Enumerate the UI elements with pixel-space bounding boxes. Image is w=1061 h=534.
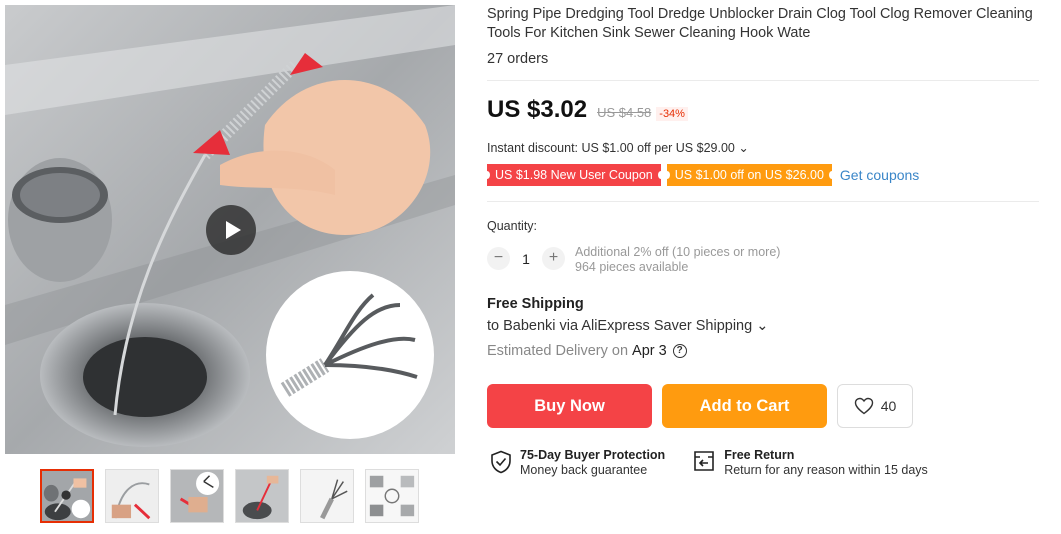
guarantees: 75-Day Buyer Protection Money back guara…: [490, 448, 955, 478]
buyer-protection-title: 75-Day Buyer Protection: [520, 448, 666, 462]
buyer-protection-subtitle: Money back guarantee: [520, 463, 648, 477]
thumbnail-4[interactable]: [235, 469, 289, 523]
wish-count: 40: [880, 398, 897, 414]
orders-count: 27 orders: [487, 51, 549, 67]
free-return[interactable]: Free Return Return for any reason within…: [692, 448, 928, 478]
thumbnail-image: [236, 470, 288, 522]
new-user-coupon[interactable]: US $1.98 New User Coupon: [484, 164, 664, 186]
return-box-icon: [694, 451, 714, 471]
play-video-button[interactable]: [206, 205, 256, 255]
thumbnail-image: [171, 470, 223, 522]
add-to-cart-button[interactable]: Add to Cart: [662, 384, 827, 428]
thumbnail-image: [301, 470, 353, 522]
current-price: US $3.02: [487, 96, 588, 123]
shield-check-icon: [491, 450, 511, 474]
divider: [487, 80, 1039, 81]
quantity-label: Quantity:: [487, 219, 538, 233]
quantity-increase-button[interactable]: +: [542, 247, 565, 270]
divider: [487, 201, 1039, 202]
quantity-info: Additional 2% off (10 pieces or more) 96…: [575, 245, 780, 275]
thumbnail-image: [42, 471, 92, 521]
free-return-subtitle: Return for any reason within 15 days: [724, 463, 928, 477]
shipping-method-selector[interactable]: to Babenki via AliExpress Saver Shipping…: [487, 318, 768, 334]
free-return-title: Free Return: [724, 448, 795, 462]
buy-now-button[interactable]: Buy Now: [487, 384, 652, 428]
original-price: US $4.58: [597, 105, 652, 120]
action-buttons: Buy Now Add to Cart 40: [487, 384, 913, 428]
quantity-input[interactable]: 1: [510, 251, 542, 267]
delivery-date: Apr 3: [632, 343, 667, 359]
thumbnail-strip: [40, 469, 430, 523]
thumbnail-5[interactable]: [300, 469, 354, 523]
thumbnail-3[interactable]: [170, 469, 224, 523]
quantity-stepper: − 1 +: [487, 247, 565, 270]
store-coupon[interactable]: US $1.00 off on US $26.00: [663, 164, 836, 186]
stock-available: 964 pieces available: [575, 260, 689, 274]
thumbnail-2[interactable]: [105, 469, 159, 523]
product-title: Spring Pipe Dredging Tool Dredge Unblock…: [487, 6, 1033, 41]
thumbnail-6[interactable]: [365, 469, 419, 523]
main-product-image[interactable]: [5, 5, 455, 454]
heart-icon: [854, 397, 873, 415]
quantity-decrease-button[interactable]: −: [487, 247, 510, 270]
thumbnail-image: [106, 470, 158, 522]
shipping-title: Free Shipping: [487, 296, 584, 312]
estimated-delivery-label: Estimated Delivery on: [487, 343, 629, 359]
estimated-delivery: Estimated Delivery on Apr 3 ?: [487, 343, 687, 359]
buyer-protection[interactable]: 75-Day Buyer Protection Money back guara…: [490, 448, 665, 478]
get-coupons-link[interactable]: Get coupons: [840, 167, 919, 183]
instant-discount[interactable]: Instant discount: US $1.00 off per US $2…: [487, 140, 749, 155]
thumbnail-1[interactable]: [40, 469, 94, 523]
wishlist-button[interactable]: 40: [837, 384, 913, 428]
discount-badge: -34%: [656, 107, 688, 121]
bulk-discount-note: Additional 2% off (10 pieces or more): [575, 245, 781, 259]
help-icon[interactable]: ?: [672, 344, 687, 358]
coupon-row: US $1.98 New User Coupon US $1.00 off on…: [484, 164, 919, 186]
thumbnail-image: [366, 470, 418, 522]
price-row: US $3.02 US $4.58 -34%: [487, 96, 688, 124]
